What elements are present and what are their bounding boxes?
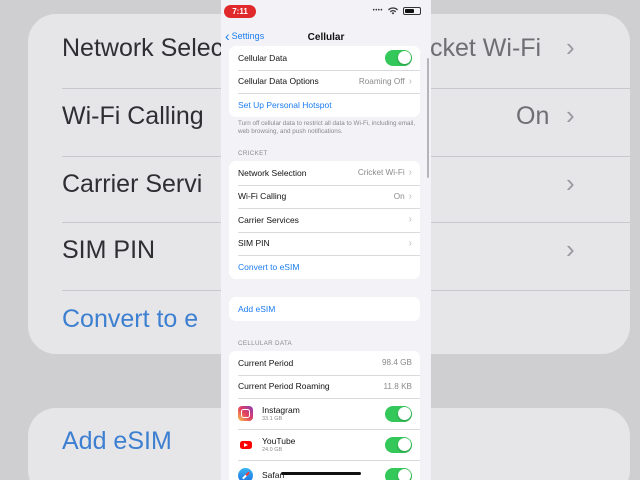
carrier-services-row[interactable]: Carrier Services › <box>229 208 420 232</box>
cellular-data-section-header: CELLULAR DATA <box>238 340 293 347</box>
current-period-roaming-row: Current Period Roaming 11.8 KB <box>229 374 420 399</box>
background-chevron-right-icon: › <box>566 234 575 264</box>
status-icons: •••• <box>373 7 421 15</box>
chevron-right-icon: › <box>408 75 412 87</box>
current-period-value: 98.4 GB <box>381 358 412 368</box>
youtube-icon <box>238 437 253 452</box>
current-period-row: Current Period 98.4 GB <box>229 351 420 375</box>
cellular-data-footnote: Turn off cellular data to restrict all d… <box>238 120 416 135</box>
background-left-panel: Network Selec Wi-Fi Calling Carrier Serv… <box>0 0 222 480</box>
safari-data-toggle[interactable] <box>385 467 412 480</box>
current-period-roaming-value: 11.8 KB <box>383 381 412 391</box>
sim-pin-label: SIM PIN <box>238 238 270 249</box>
cellular-data-toggle[interactable] <box>385 49 412 66</box>
convert-to-esim-label: Convert to eSIM <box>238 261 300 272</box>
add-esim-group: Add eSIM <box>229 297 420 321</box>
cellular-data-options-row[interactable]: Cellular Data Options Roaming Off › <box>229 69 420 94</box>
background-separator <box>62 290 222 291</box>
page-title: Cellular <box>307 32 345 43</box>
background-separator <box>430 88 630 89</box>
app-row-instagram[interactable]: Instagram 33.1 GB <box>229 398 420 429</box>
background-chevron-right-icon: › <box>566 32 575 62</box>
safari-icon <box>238 468 253 480</box>
cellular-usage-group: Current Period 98.4 GB Current Period Ro… <box>229 351 420 480</box>
background-carrier-card-right <box>430 14 630 354</box>
wifi-calling-value: On <box>393 191 405 201</box>
background-separator <box>62 88 222 89</box>
signal-dots-icon: •••• <box>372 8 383 14</box>
battery-icon <box>403 7 421 15</box>
personal-hotspot-row[interactable]: Set Up Personal Hotspot <box>229 93 420 117</box>
personal-hotspot-label: Set Up Personal Hotspot <box>238 99 332 110</box>
background-separator <box>430 156 630 157</box>
current-period-label: Current Period <box>238 357 294 368</box>
background-convert-label: Convert to e <box>62 305 199 333</box>
background-carrier-services-label: Carrier Servi <box>62 170 203 198</box>
background-separator <box>62 156 222 157</box>
app-usage: 24.0 GB <box>262 447 283 453</box>
wifi-calling-label: Wi-Fi Calling <box>238 191 287 202</box>
phone-screen: 7:11 •••• ‹ Settings Cellular Cellular D… <box>221 0 431 480</box>
cellular-data-options-label: Cellular Data Options <box>238 76 319 87</box>
youtube-data-toggle[interactable] <box>385 436 412 453</box>
background-chevron-right-icon: › <box>566 168 575 198</box>
background-wifi-calling-value: On <box>516 102 550 130</box>
app-name: Instagram <box>262 405 300 415</box>
carrier-services-label: Carrier Services <box>238 214 299 225</box>
background-network-selection-value: cket Wi-Fi <box>430 34 542 62</box>
chevron-right-icon: › <box>408 214 412 226</box>
background-separator <box>62 222 222 223</box>
instagram-data-toggle[interactable] <box>385 405 412 422</box>
app-name: YouTube <box>262 436 296 446</box>
sim-pin-row[interactable]: SIM PIN › <box>229 231 420 256</box>
current-period-roaming-label: Current Period Roaming <box>238 381 330 392</box>
network-selection-label: Network Selection <box>238 167 307 178</box>
background-separator <box>430 222 630 223</box>
convert-to-esim-row[interactable]: Convert to eSIM <box>229 255 420 279</box>
instagram-icon <box>238 406 253 421</box>
background-wifi-calling-label: Wi-Fi Calling <box>62 102 204 130</box>
app-usage: 33.1 GB <box>262 416 283 422</box>
carrier-section-header: CRICKET <box>238 150 268 157</box>
background-right-panel: cket Wi-Fi › On › › › <box>430 0 640 480</box>
cellular-data-label: Cellular Data <box>238 52 288 63</box>
cellular-data-options-value: Roaming Off <box>358 76 405 86</box>
status-bar: 7:11 •••• <box>221 0 431 22</box>
scroll-indicator[interactable] <box>427 58 429 178</box>
add-esim-row[interactable]: Add eSIM <box>229 297 420 321</box>
wifi-icon <box>388 7 398 15</box>
network-selection-row[interactable]: Network Selection Cricket Wi-Fi › <box>229 161 420 185</box>
settings-list[interactable]: Cellular Data Cellular Data Options Roam… <box>221 46 431 480</box>
background-add-esim-label: Add eSIM <box>62 427 172 455</box>
home-indicator[interactable] <box>281 472 361 475</box>
background-separator <box>430 290 630 291</box>
network-selection-value: Cricket Wi-Fi <box>357 168 405 178</box>
chevron-right-icon: › <box>408 237 412 249</box>
background-network-selection-label: Network Selec <box>62 34 222 62</box>
wifi-calling-row[interactable]: Wi-Fi Calling On › <box>229 184 420 209</box>
add-esim-label: Add eSIM <box>238 303 276 314</box>
chevron-right-icon: › <box>408 167 412 179</box>
chevron-right-icon: › <box>408 190 412 202</box>
carrier-group: Network Selection Cricket Wi-Fi › Wi-Fi … <box>229 161 420 279</box>
cellular-data-group: Cellular Data Cellular Data Options Roam… <box>229 46 420 117</box>
status-time[interactable]: 7:11 <box>224 5 256 18</box>
app-row-youtube[interactable]: YouTube 24.0 GB <box>229 429 420 460</box>
background-chevron-right-icon: › <box>566 100 575 130</box>
app-row-safari[interactable]: Safari <box>229 460 420 480</box>
youtube-play-icon <box>239 440 252 449</box>
app-text: Instagram 33.1 GB <box>262 405 385 422</box>
background-add-esim-card-right <box>430 408 630 480</box>
background-sim-pin-label: SIM PIN <box>62 236 156 264</box>
app-text: YouTube 24.0 GB <box>262 436 385 453</box>
cellular-data-row[interactable]: Cellular Data <box>229 46 420 70</box>
